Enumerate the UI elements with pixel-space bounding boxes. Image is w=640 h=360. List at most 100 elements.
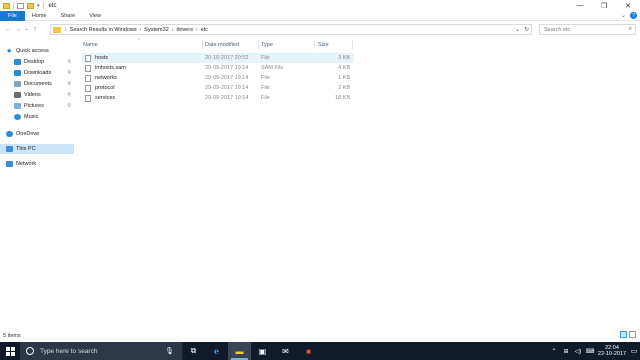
- column-header-name[interactable]: Name: [83, 40, 98, 49]
- nav-music[interactable]: Music: [14, 112, 74, 122]
- microphone-icon[interactable]: 🎙: [165, 347, 174, 355]
- nav-pictures[interactable]: Pictures ⚲: [14, 101, 74, 111]
- maximize-button[interactable]: ❐: [592, 0, 616, 11]
- breadcrumb-system32[interactable]: System32: [142, 27, 170, 33]
- file-explorer-icon[interactable]: ▬: [228, 342, 251, 360]
- file-row[interactable]: hosts 20-10-2017 20:52 File 3 KB: [82, 53, 354, 63]
- nav-downloads-label: Downloads: [24, 70, 52, 76]
- help-icon[interactable]: ?: [630, 12, 637, 19]
- tab-view[interactable]: View: [82, 11, 108, 21]
- file-size: 1 KB: [338, 75, 350, 81]
- expand-ribbon-icon[interactable]: ⌄: [621, 12, 626, 19]
- customize-toolbar-icon[interactable]: ▾: [37, 3, 40, 9]
- nav-this-pc[interactable]: This PC: [0, 144, 74, 154]
- toolbar-divider: [13, 2, 14, 9]
- breadcrumb-etc[interactable]: etc: [199, 27, 210, 33]
- name-cell: services: [85, 93, 115, 103]
- column-divider[interactable]: [258, 40, 259, 49]
- nav-network[interactable]: Network: [6, 159, 74, 169]
- file-row[interactable]: protocol 29-09-2017 19:14 File 2 KB: [82, 83, 354, 93]
- nav-this-pc-label: This PC: [16, 146, 36, 152]
- pin-icon: ⚲: [67, 103, 71, 109]
- star-icon: ★: [6, 48, 13, 55]
- nav-videos[interactable]: Videos ⚲: [14, 90, 74, 100]
- details-view-icon[interactable]: [620, 331, 627, 338]
- tab-share[interactable]: Share: [54, 11, 83, 21]
- column-header-date[interactable]: Date modified: [205, 40, 239, 49]
- taskbar: Type here to search 🎙 ⧉ e ▬ ▣ ✉ ■ ⌃ ⊞ ◁)…: [0, 342, 640, 360]
- column-divider[interactable]: [352, 40, 353, 49]
- nav-desktop[interactable]: Desktop ⚲: [14, 57, 74, 67]
- navigation-pane: ★ Quick access Desktop ⚲ Downloads ⚲ Doc…: [0, 40, 75, 330]
- breadcrumb-search-results[interactable]: Search Results in Windows: [68, 27, 139, 33]
- volume-icon[interactable]: ◁): [572, 348, 584, 355]
- nav-pictures-label: Pictures: [24, 103, 44, 109]
- tab-file[interactable]: File: [0, 10, 25, 21]
- file-icon: [85, 84, 91, 92]
- minimize-button[interactable]: —: [568, 0, 592, 11]
- office-icon[interactable]: ■: [297, 342, 320, 360]
- column-header-type[interactable]: Type: [261, 40, 273, 49]
- file-icon: [85, 94, 91, 102]
- nav-desktop-label: Desktop: [24, 59, 45, 65]
- documents-icon: [14, 81, 21, 87]
- keyboard-icon[interactable]: ⌨: [584, 348, 596, 355]
- network-icon: [6, 161, 13, 167]
- start-button[interactable]: [0, 342, 20, 360]
- file-row[interactable]: services 29-09-2017 19:14 File 18 KB: [82, 93, 354, 103]
- folder-icon: [53, 26, 61, 33]
- close-button[interactable]: ✕: [616, 0, 640, 11]
- nav-onedrive-label: OneDrive: [16, 131, 40, 137]
- address-dropdown-icon[interactable]: ⌄: [515, 26, 520, 33]
- address-bar[interactable]: › Search Results in Windows › System32 ›…: [50, 24, 532, 35]
- file-type: File: [261, 95, 270, 101]
- title-bar: ▾ etc — ❐ ✕: [0, 0, 640, 11]
- file-name: services: [95, 95, 116, 101]
- file-row[interactable]: lmhosts.sam 29-09-2017 19:14 SAM File 4 …: [82, 63, 354, 73]
- toolbar-divider: [42, 2, 44, 9]
- file-name: lmhosts.sam: [95, 65, 126, 71]
- onedrive-icon: [6, 131, 13, 137]
- tab-home[interactable]: Home: [25, 11, 54, 21]
- task-view-icon[interactable]: ⧉: [182, 342, 205, 360]
- music-icon: [14, 114, 21, 120]
- nav-quick-access[interactable]: ★ Quick access: [6, 46, 80, 56]
- ribbon-right: ⌄ ?: [621, 12, 637, 19]
- file-type: File: [261, 75, 270, 81]
- column-divider[interactable]: [314, 40, 315, 49]
- refresh-icon[interactable]: ↻: [524, 26, 529, 33]
- show-hidden-icons-icon[interactable]: ⌃: [548, 348, 560, 355]
- mail-icon[interactable]: ✉: [274, 342, 297, 360]
- recent-locations-button[interactable]: ⌄: [23, 23, 30, 35]
- file-icon: [85, 54, 91, 62]
- search-box[interactable]: Search etc ⌕: [539, 24, 636, 35]
- clock[interactable]: 22:04 22-10-2017: [596, 345, 628, 357]
- column-divider[interactable]: [202, 40, 203, 49]
- nav-documents[interactable]: Documents ⚲: [14, 79, 74, 89]
- column-header-size[interactable]: Size: [318, 40, 329, 49]
- cortana-icon: [26, 347, 34, 355]
- taskbar-search-placeholder: Type here to search: [40, 347, 98, 355]
- folder-icon: [3, 2, 10, 9]
- edge-icon[interactable]: e: [205, 342, 228, 360]
- up-button[interactable]: ↑: [30, 23, 40, 35]
- properties-icon[interactable]: [17, 2, 24, 9]
- back-button[interactable]: ←: [3, 23, 13, 35]
- windows-logo-icon: [5, 346, 15, 356]
- nav-downloads[interactable]: Downloads ⚲: [14, 68, 74, 78]
- name-cell: lmhosts.sam: [85, 63, 126, 73]
- name-cell: networks: [85, 73, 117, 83]
- file-row[interactable]: networks 29-09-2017 19:14 File 1 KB: [82, 73, 354, 83]
- network-status-icon[interactable]: ⊞: [560, 348, 572, 355]
- large-icons-view-icon[interactable]: [629, 331, 636, 338]
- forward-button[interactable]: →: [13, 23, 23, 35]
- new-folder-icon[interactable]: [27, 2, 34, 9]
- store-icon[interactable]: ▣: [251, 342, 274, 360]
- breadcrumb-drivers[interactable]: drivers: [174, 27, 195, 33]
- taskbar-search[interactable]: Type here to search 🎙: [20, 342, 182, 360]
- downloads-icon: [14, 70, 21, 76]
- nav-onedrive[interactable]: OneDrive: [6, 129, 74, 139]
- notifications-icon[interactable]: ▭: [628, 347, 640, 355]
- pictures-icon: [14, 103, 21, 109]
- file-date: 29-09-2017 19:14: [205, 95, 249, 101]
